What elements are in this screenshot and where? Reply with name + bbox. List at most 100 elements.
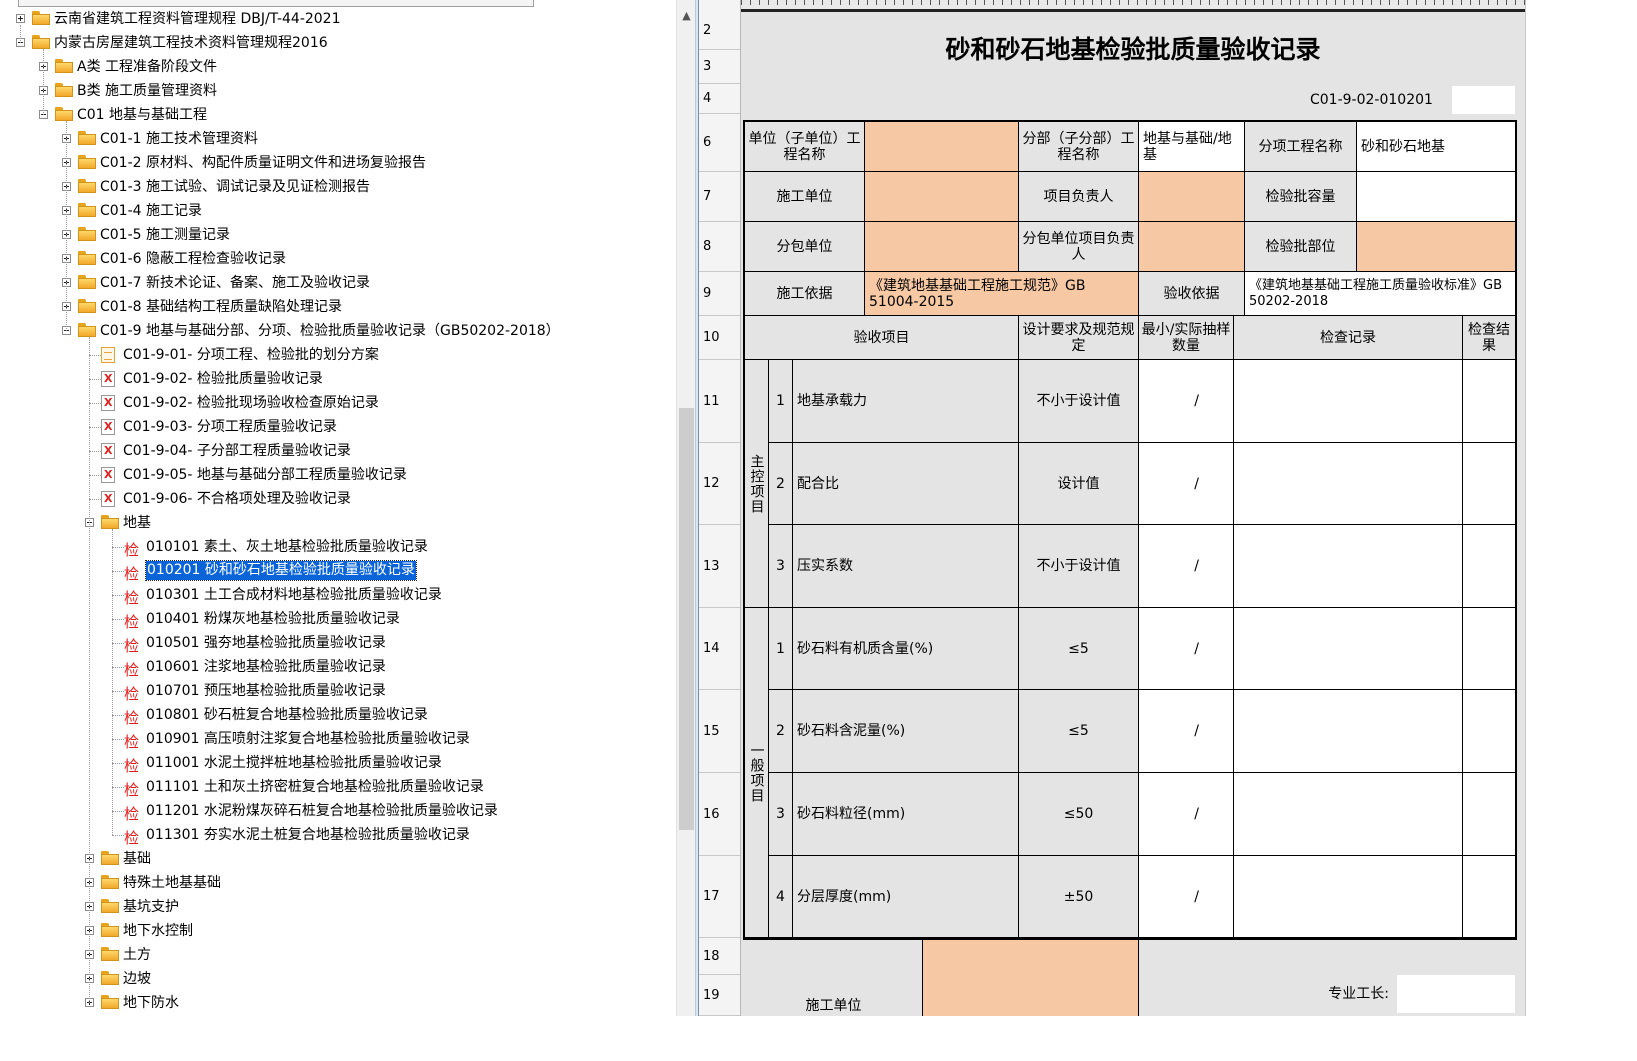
row-number[interactable]: 14 — [699, 608, 740, 690]
item-sample-min[interactable]: / — [1139, 360, 1199, 443]
scroll-thumb[interactable] — [679, 408, 694, 830]
tree-item[interactable]: 基坑支护 — [0, 895, 676, 919]
tree-item[interactable]: C01-8 基础结构工程质量缺陷处理记录 — [0, 295, 676, 319]
row-number[interactable]: 6 — [699, 114, 740, 172]
accept-basis-value[interactable]: 《建筑地基基础工程施工质量验收标准》GB 50202-2018 — [1245, 272, 1515, 316]
tree-item[interactable]: 检 010501 强夯地基检验批质量验收记录 — [0, 631, 676, 655]
tree-item[interactable]: 边坡 — [0, 967, 676, 991]
item-record[interactable] — [1234, 525, 1463, 608]
basis-value[interactable]: 《建筑地基基础工程施工规范》GB 51004-2015 — [865, 272, 1139, 316]
tree-item[interactable]: 检 010201 砂和砂石地基检验批质量验收记录 — [0, 559, 676, 583]
row-number[interactable]: 4 — [699, 84, 740, 114]
item-value[interactable]: 砂和砂石地基 — [1357, 122, 1515, 172]
tree-item[interactable]: 基础 — [0, 847, 676, 871]
tree-item[interactable]: 检 010601 注浆地基检验批质量验收记录 — [0, 655, 676, 679]
item-result[interactable] — [1463, 360, 1515, 443]
tree-item[interactable]: 地下水控制 — [0, 919, 676, 943]
tree-item[interactable]: 检 010401 粉煤灰地基检验批质量验收记录 — [0, 607, 676, 631]
tree-item[interactable]: 地基 — [0, 511, 676, 535]
scroll-up-icon[interactable]: ▲ — [677, 6, 696, 26]
row-number[interactable]: 2 — [699, 12, 740, 50]
item-sample-min[interactable]: / — [1139, 443, 1199, 525]
item-result[interactable] — [1463, 690, 1515, 773]
row-number[interactable]: 7 — [699, 172, 740, 222]
item-result[interactable] — [1463, 773, 1515, 856]
tree-item[interactable]: C01-5 施工测量记录 — [0, 223, 676, 247]
item-sample-min[interactable]: / — [1139, 525, 1199, 608]
item-sample-actual[interactable] — [1199, 856, 1234, 938]
tree-item[interactable]: C01-9-01- 分项工程、检验批的划分方案 — [0, 343, 676, 367]
item-result[interactable] — [1463, 856, 1515, 938]
item-sample-actual[interactable] — [1199, 773, 1234, 856]
tree-item[interactable]: 检 011201 水泥粉煤灰碎石桩复合地基检验批质量验收记录 — [0, 799, 676, 823]
tree-item[interactable]: 检 011301 夯实水泥土桩复合地基检验批质量验收记录 — [0, 823, 676, 847]
tree-item[interactable]: C01-6 隐蔽工程检查验收记录 — [0, 247, 676, 271]
item-record[interactable] — [1234, 856, 1463, 938]
tree-item[interactable]: 检 011101 土和灰土挤密桩复合地基检验批质量验收记录 — [0, 775, 676, 799]
item-sample-min[interactable]: / — [1139, 773, 1199, 856]
item-sample-min[interactable]: / — [1139, 856, 1199, 938]
row-number[interactable]: 15 — [699, 690, 740, 773]
item-sample-min[interactable]: / — [1139, 608, 1199, 690]
tree-item[interactable]: A类 工程准备阶段文件 — [0, 55, 676, 79]
item-record[interactable] — [1234, 360, 1463, 443]
row-number[interactable]: 17 — [699, 856, 740, 938]
tree-item[interactable]: C01-1 施工技术管理资料 — [0, 127, 676, 151]
row-number[interactable]: 8 — [699, 222, 740, 272]
tree-item[interactable]: C01-9-05- 地基与基础分部工程质量验收记录 — [0, 463, 676, 487]
row-number[interactable]: 3 — [699, 50, 740, 84]
batch-capacity-cell[interactable] — [1357, 172, 1515, 222]
tree-item[interactable]: C01-9-03- 分项工程质量验收记录 — [0, 415, 676, 439]
tree-item[interactable]: C01-9-06- 不合格项处理及验收记录 — [0, 487, 676, 511]
row-number[interactable]: 10 — [699, 316, 740, 360]
constructor-value-cell[interactable] — [865, 172, 1019, 222]
foreman-cell[interactable] — [1397, 975, 1515, 1013]
tree-item[interactable]: 检 010901 高压喷射注浆复合地基检验批质量验收记录 — [0, 727, 676, 751]
row-number[interactable]: 12 — [699, 443, 740, 525]
expand-icon[interactable] — [16, 14, 25, 23]
project-lead-cell[interactable] — [1139, 172, 1245, 222]
tree-item[interactable]: 检 011001 水泥土搅拌桩地基检验批质量验收记录 — [0, 751, 676, 775]
tree-item[interactable]: C01-3 施工试验、调试记录及见证检测报告 — [0, 175, 676, 199]
item-record[interactable] — [1234, 443, 1463, 525]
sub-lead-cell[interactable] — [1139, 222, 1245, 272]
tree-item[interactable]: 检 010101 素土、灰土地基检验批质量验收记录 — [0, 535, 676, 559]
tree-item[interactable]: C01-2 原材料、构配件质量证明文件和进场复验报告 — [0, 151, 676, 175]
item-result[interactable] — [1463, 443, 1515, 525]
item-sample-actual[interactable] — [1199, 690, 1234, 773]
unit-value-cell[interactable] — [865, 122, 1019, 172]
tree-item[interactable]: C01-9-02- 检验批现场验收检查原始记录 — [0, 391, 676, 415]
tree-item[interactable]: C01-9-04- 子分部工程质量验收记录 — [0, 439, 676, 463]
tree-item[interactable]: C01-9 地基与基础分部、分项、检验批质量验收记录（GB50202-2018） — [0, 319, 676, 343]
item-sample-actual[interactable] — [1199, 443, 1234, 525]
item-record[interactable] — [1234, 690, 1463, 773]
footer-sign-cell[interactable] — [923, 938, 1139, 1016]
tree-item[interactable]: C01-4 施工记录 — [0, 199, 676, 223]
row-number[interactable]: 19 — [699, 975, 740, 1016]
item-record[interactable] — [1234, 773, 1463, 856]
item-sample-actual[interactable] — [1199, 525, 1234, 608]
tree-item[interactable]: C01-9-02- 检验批质量验收记录 — [0, 367, 676, 391]
row-number[interactable]: 13 — [699, 525, 740, 608]
tree-item[interactable]: 云南省建筑工程资料管理规程 DBJ/T-44-2021 — [0, 7, 676, 31]
item-sample-actual[interactable] — [1199, 608, 1234, 690]
tree-item[interactable]: 地下防水 — [0, 991, 676, 1015]
tree-item[interactable]: C01 地基与基础工程 — [0, 103, 676, 127]
item-result[interactable] — [1463, 525, 1515, 608]
batch-part-cell[interactable] — [1357, 222, 1515, 272]
tree-item[interactable]: 检 010801 砂石桩复合地基检验批质量验收记录 — [0, 703, 676, 727]
row-number[interactable]: 11 — [699, 360, 740, 443]
tree-scrollbar[interactable]: ▲ — [676, 0, 696, 1016]
tree-item[interactable]: C01-7 新技术论证、备案、施工及验收记录 — [0, 271, 676, 295]
row-number[interactable]: 18 — [699, 938, 740, 975]
tree-item[interactable]: 检 010701 预压地基检验批质量验收记录 — [0, 679, 676, 703]
item-sample-actual[interactable] — [1199, 360, 1234, 443]
item-record[interactable] — [1234, 608, 1463, 690]
tree-item[interactable]: 土方 — [0, 943, 676, 967]
tree-item[interactable]: B类 施工质量管理资料 — [0, 79, 676, 103]
tree-item[interactable]: 特殊土地基基础 — [0, 871, 676, 895]
tree-item[interactable]: 检 010301 土工合成材料地基检验批质量验收记录 — [0, 583, 676, 607]
row-number[interactable]: 9 — [699, 272, 740, 316]
row-number[interactable]: 16 — [699, 773, 740, 856]
item-result[interactable] — [1463, 608, 1515, 690]
